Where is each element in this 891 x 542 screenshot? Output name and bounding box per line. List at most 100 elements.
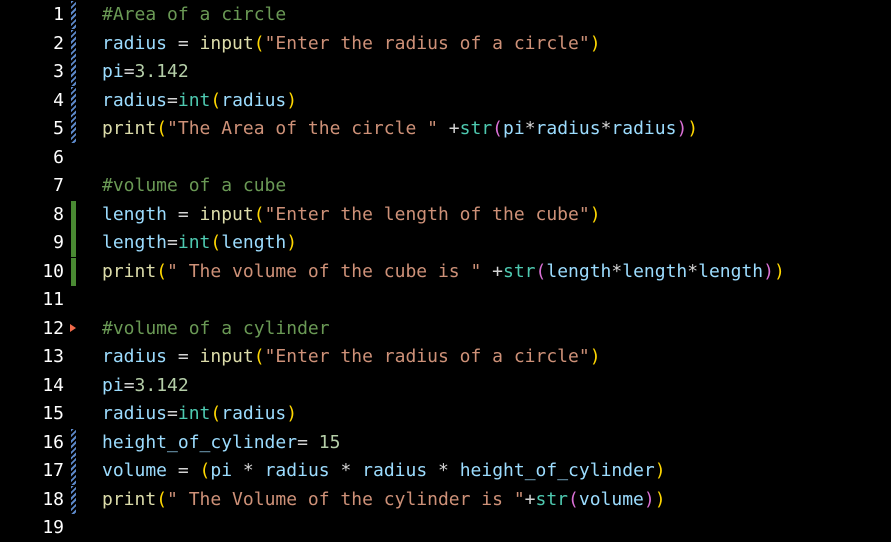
line-number: 19: [42, 517, 64, 538]
code-token: ): [286, 89, 298, 111]
code-text[interactable]: #volume of a cube: [102, 172, 286, 200]
code-text[interactable]: #Area of a circle: [102, 1, 286, 29]
code-line[interactable]: 15 radius=int(radius): [0, 400, 891, 428]
gutter-modified-marker[interactable]: [71, 1, 76, 29]
code-text[interactable]: print(" The volume of the cube is " +str…: [102, 258, 785, 286]
code-line[interactable]: 3 pi=3.142: [0, 58, 891, 86]
code-token: str: [535, 488, 569, 510]
code-token: print: [102, 488, 157, 510]
code-token: +: [481, 260, 503, 282]
code-token: =: [123, 61, 135, 82]
code-text[interactable]: #volume of a cylinder: [102, 315, 330, 343]
gutter-added-marker[interactable]: [71, 229, 76, 257]
code-line[interactable]: 17 volume = (pi * radius * radius * heigh…: [0, 457, 891, 485]
code-token: height_of_cylinder: [459, 460, 655, 481]
code-text[interactable]: length = input("Enter the length of the …: [102, 201, 601, 229]
line-number: 2: [53, 32, 64, 54]
code-token: "Enter the radius of a circle": [264, 346, 590, 367]
line-number: 14: [42, 374, 64, 396]
code-text[interactable]: print("The Area of the circle " +str(pi*…: [102, 115, 698, 143]
code-token: pi: [102, 374, 124, 396]
line-number: 15: [42, 403, 64, 424]
code-line[interactable]: 14 pi=3.142: [0, 372, 891, 400]
code-token: input: [199, 346, 254, 367]
code-text[interactable]: volume = (pi * radius * radius * height_…: [102, 457, 666, 485]
code-line[interactable]: 12 #volume of a cylinder: [0, 315, 891, 343]
code-token: (: [253, 203, 265, 225]
code-line[interactable]: 19: [0, 514, 891, 542]
code-text[interactable]: height_of_cylinder= 15: [102, 429, 340, 457]
code-text[interactable]: pi=3.142: [102, 58, 189, 86]
code-token: str: [459, 118, 493, 139]
code-line[interactable]: 9 length=int(length): [0, 229, 891, 257]
line-number: 11: [42, 289, 64, 310]
code-line[interactable]: 2 radius = input("Enter the radius of a c…: [0, 29, 891, 58]
gutter-modified-marker[interactable]: [71, 485, 76, 514]
code-token: int: [177, 232, 211, 253]
code-token: ): [589, 203, 601, 225]
gutter-modified-marker[interactable]: [71, 86, 76, 115]
code-text[interactable]: length=int(length): [102, 229, 297, 257]
gutter-modified-marker[interactable]: [71, 457, 76, 485]
code-line[interactable]: 1 #Area of a circle: [0, 1, 891, 29]
code-token: ): [763, 260, 774, 282]
code-token: (: [535, 260, 547, 282]
code-text[interactable]: radius = input("Enter the radius of a ci…: [102, 343, 601, 371]
gutter-added-marker[interactable]: [71, 257, 76, 286]
code-token: ): [589, 346, 601, 367]
code-line[interactable]: 8 length = input("Enter the length of the…: [0, 200, 891, 229]
code-token: (: [156, 260, 168, 282]
code-line[interactable]: 7 #volume of a cube: [0, 172, 891, 200]
code-editor[interactable]: 1 #Area of a circle 2 radius = input("Enter…: [0, 0, 891, 539]
code-token: volume: [578, 488, 644, 510]
code-line[interactable]: 10 print(" The volume of the cube is " +s…: [0, 257, 891, 286]
gutter-modified-marker[interactable]: [71, 58, 76, 86]
code-token: print: [102, 260, 157, 282]
line-number: 12: [42, 317, 64, 339]
gutter-added-marker[interactable]: [71, 200, 76, 229]
code-line[interactable]: 13 radius = input("Enter the radius of a …: [0, 343, 891, 371]
gutter-modified-marker[interactable]: [71, 115, 76, 143]
code-text[interactable]: print(" The Volume of the cylinder is "+…: [102, 486, 666, 514]
code-token: 3.142: [134, 374, 189, 396]
code-token: #volume of a cylinder: [102, 317, 330, 339]
code-line[interactable]: 5 print("The Area of the circle " +str(pi…: [0, 115, 891, 143]
code-text[interactable]: radius = input("Enter the radius of a ci…: [102, 30, 601, 58]
code-token: pi: [102, 61, 124, 82]
code-token: *: [329, 460, 363, 481]
code-token: =: [123, 374, 135, 396]
code-token: (: [253, 32, 265, 54]
code-token: ): [589, 32, 601, 54]
code-text[interactable]: pi=3.142: [102, 372, 189, 400]
code-token: radius: [102, 89, 168, 111]
code-token: #volume of a cube: [102, 175, 287, 196]
code-token: pi: [210, 460, 233, 481]
code-token: radius: [102, 403, 168, 424]
gutter-modified-marker[interactable]: [71, 29, 76, 58]
code-text[interactable]: radius=int(radius): [102, 400, 297, 428]
gutter-deleted-arrow-icon[interactable]: [70, 323, 76, 332]
code-line[interactable]: 4 radius=int(radius): [0, 86, 891, 115]
code-token: *: [232, 460, 265, 481]
code-line[interactable]: 18 print(" The Volume of the cylinder is …: [0, 485, 891, 514]
code-token: ): [687, 118, 699, 139]
code-token: ): [654, 488, 666, 510]
gutter-modified-marker[interactable]: [71, 428, 76, 457]
code-line[interactable]: 11: [0, 286, 891, 314]
code-token: ): [654, 460, 666, 481]
code-token: ): [773, 260, 785, 282]
code-token: "Enter the radius of a circle": [264, 32, 590, 54]
code-token: *: [427, 460, 460, 481]
code-token: length: [102, 203, 168, 225]
code-token: =: [167, 460, 200, 481]
line-number: 8: [53, 203, 64, 225]
code-token: length: [221, 232, 287, 253]
code-token: +: [524, 488, 536, 510]
code-token: ): [286, 403, 298, 424]
code-line[interactable]: 6: [0, 144, 891, 172]
code-token: " The Volume of the cylinder is ": [167, 488, 525, 510]
code-line[interactable]: 16 height_of_cylinder= 15: [0, 428, 891, 457]
code-token: int: [177, 89, 211, 111]
line-number: 1: [53, 4, 64, 25]
code-text[interactable]: radius=int(radius): [102, 87, 297, 115]
